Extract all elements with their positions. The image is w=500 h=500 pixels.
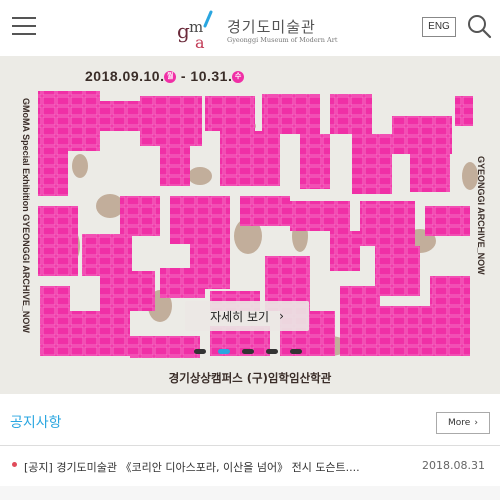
slide-dot-3[interactable] (242, 349, 254, 354)
date-start: 2018.09.10. (85, 68, 165, 84)
day-badge-start: 월 (164, 71, 177, 84)
day-badge-end: 수 (232, 71, 245, 84)
svg-text:a: a (195, 33, 205, 52)
footer-strip (0, 486, 500, 500)
slide-dot-2[interactable] (218, 349, 230, 354)
language-eng-button[interactable]: ENG (422, 17, 456, 37)
date-separator: - (176, 68, 191, 84)
search-icon[interactable] (466, 13, 492, 39)
logo-subtitle: Gyeonggi Museum of Modern Art (227, 36, 338, 44)
exhibition-venue: 경기상상캠퍼스 (구)임학임산학관 (168, 371, 332, 385)
chevron-right-icon: › (279, 309, 284, 323)
vertical-title-right: GYEONGGI ARCHIVE_NOW (476, 156, 486, 275)
hamburger-menu-icon[interactable] (12, 14, 36, 38)
notice-header: 공지사항 More › (0, 400, 500, 446)
more-label: More (448, 418, 471, 428)
view-details-label: 자세히 보기 (210, 309, 270, 324)
banner-artwork (38, 91, 478, 358)
view-details-button[interactable]: 자세히 보기 › (185, 301, 309, 331)
vertical-title-left: GMoMA Special Exhibition GYEONGGI ARCHIV… (21, 98, 31, 333)
slide-dot-1[interactable] (194, 349, 206, 354)
logo-name: 경기도미술관 (227, 18, 316, 36)
notice-list-item[interactable]: [공지] 경기도미술관 《코리안 디아스포라, 이산을 넘어》 전시 도슨트..… (0, 446, 500, 486)
notice-item-title: [공지] 경기도미술관 《코리안 디아스포라, 이산을 넘어》 전시 도슨트..… (24, 461, 360, 474)
slide-dot-4[interactable] (266, 349, 278, 354)
more-button[interactable]: More › (436, 412, 490, 434)
exhibition-dates: 2018.09.10. 월 - 10.31. 수 (85, 68, 245, 84)
slide-indicator (194, 349, 304, 355)
bullet-icon (12, 462, 17, 467)
logo[interactable]: g m a 경기도미술관 Gyeonggi Museum of Modern A… (175, 8, 338, 52)
slide-dot-5[interactable] (290, 349, 302, 354)
notice-item-date: 2018.08.31 (422, 459, 485, 472)
exhibition-banner[interactable]: 2018.09.10. 월 - 10.31. 수 GMoMA Special Exh… (0, 56, 500, 394)
notice-section-title: 공지사항 (10, 415, 62, 431)
gma-logo-mark: g m a (177, 10, 213, 52)
date-end: 10.31. (190, 68, 233, 84)
header: g m a 경기도미술관 Gyeonggi Museum of Modern A… (0, 0, 500, 56)
chevron-right-icon: › (474, 418, 478, 428)
